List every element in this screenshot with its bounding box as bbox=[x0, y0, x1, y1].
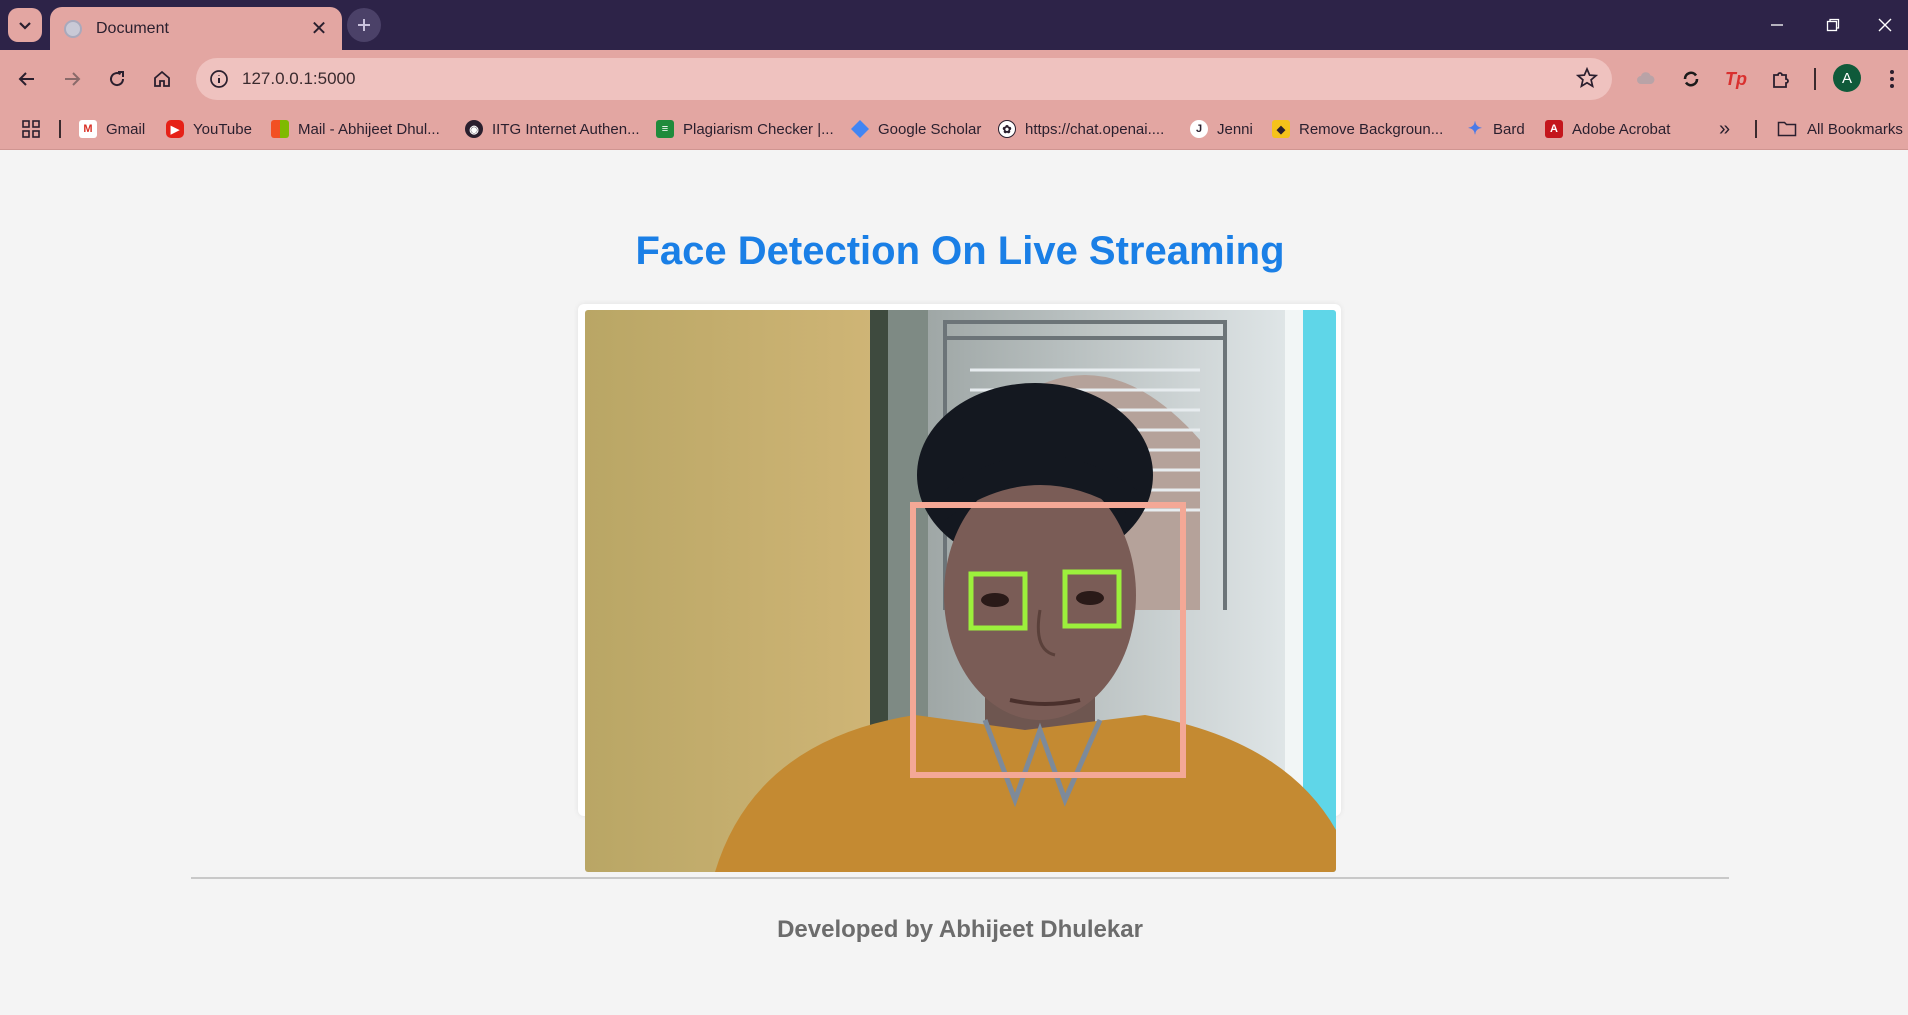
extension-tp-button[interactable]: Tp bbox=[1720, 63, 1752, 95]
page-title: Face Detection On Live Streaming bbox=[635, 229, 1285, 273]
tp-icon: Tp bbox=[1725, 68, 1747, 89]
cloud-icon bbox=[1637, 72, 1655, 84]
gmail-icon: M bbox=[79, 120, 97, 138]
bookmarks-overflow-button[interactable]: » bbox=[1719, 108, 1730, 150]
all-bookmarks-label: All Bookmarks bbox=[1807, 120, 1903, 138]
bookmark-openai[interactable]: ✿ https://chat.openai.... bbox=[998, 108, 1164, 150]
bookmark-label: Gmail bbox=[106, 120, 146, 138]
forward-button[interactable] bbox=[54, 61, 90, 97]
restore-button[interactable] bbox=[1810, 0, 1856, 50]
close-icon bbox=[1878, 18, 1892, 32]
minimize-button[interactable] bbox=[1754, 0, 1800, 50]
url-text[interactable]: 127.0.0.1:5000 bbox=[242, 69, 355, 89]
chevron-down-icon bbox=[19, 22, 31, 30]
bookmark-label: Bard bbox=[1493, 120, 1525, 138]
plus-icon bbox=[358, 19, 370, 31]
restore-icon bbox=[1826, 18, 1840, 32]
globe-icon: ◉ bbox=[465, 120, 483, 138]
bookmark-star-button[interactable] bbox=[1575, 66, 1599, 94]
minimize-icon bbox=[1771, 24, 1783, 26]
globe-icon bbox=[64, 19, 82, 38]
bookmark-bard[interactable]: ✦ Bard bbox=[1466, 108, 1525, 150]
bookmark-remove-bg[interactable]: ◆ Remove Backgroun... bbox=[1272, 108, 1443, 150]
home-icon bbox=[154, 70, 170, 87]
bookmark-label: IITG Internet Authen... bbox=[492, 120, 640, 138]
star-icon bbox=[1575, 66, 1599, 88]
extension-cloud-button[interactable] bbox=[1630, 63, 1662, 95]
tab-search-button[interactable] bbox=[8, 8, 42, 42]
reload-button[interactable] bbox=[99, 61, 135, 97]
bookmarks-separator bbox=[1755, 120, 1757, 138]
bookmark-adobe-acrobat[interactable]: A Adobe Acrobat bbox=[1545, 108, 1670, 150]
extension-sync-button[interactable] bbox=[1675, 63, 1707, 95]
google-scholar-icon bbox=[851, 120, 869, 138]
remove-bg-icon: ◆ bbox=[1272, 120, 1290, 138]
arrow-left-icon bbox=[18, 72, 34, 86]
bookmark-label: https://chat.openai.... bbox=[1025, 120, 1165, 138]
back-button[interactable] bbox=[9, 61, 45, 97]
browser-titlebar: Document ✕ bbox=[0, 0, 1908, 50]
page-content: Face Detection On Live Streaming Develop… bbox=[0, 151, 1908, 1015]
bookmark-iitg[interactable]: ◉ IITG Internet Authen... bbox=[465, 108, 640, 150]
bookmark-label: Adobe Acrobat bbox=[1572, 120, 1671, 138]
bookmark-label: Mail - Abhijeet Dhul... bbox=[298, 120, 440, 138]
bookmark-label: Remove Backgroun... bbox=[1299, 120, 1444, 138]
bookmarks-separator bbox=[59, 120, 61, 138]
extensions-button[interactable] bbox=[1765, 63, 1797, 95]
address-bar[interactable]: 127.0.0.1:5000 bbox=[196, 58, 1612, 100]
arrow-right-icon bbox=[65, 72, 81, 86]
plagiarism-checker-icon: ≡ bbox=[656, 120, 674, 138]
jenni-icon: J bbox=[1190, 120, 1208, 138]
bookmark-plagiarism[interactable]: ≡ Plagiarism Checker |... bbox=[656, 108, 834, 150]
bookmark-label: Google Scholar bbox=[878, 120, 982, 138]
adobe-acrobat-icon: A bbox=[1545, 120, 1563, 138]
apps-button[interactable] bbox=[21, 108, 41, 150]
bookmark-gmail[interactable]: M Gmail bbox=[79, 108, 145, 150]
bookmarks-bar: M Gmail ▶ YouTube Mail - Abhijeet Dhul..… bbox=[0, 108, 1908, 150]
footer-divider bbox=[191, 877, 1729, 879]
bookmark-label: Jenni bbox=[1217, 120, 1253, 138]
info-icon bbox=[210, 70, 228, 88]
bookmark-mail[interactable]: Mail - Abhijeet Dhul... bbox=[271, 108, 440, 150]
folder-icon bbox=[1777, 121, 1797, 137]
tab-title: Document bbox=[96, 19, 169, 37]
microsoft-icon bbox=[271, 120, 289, 138]
webcam-frame-image bbox=[585, 310, 1336, 872]
all-bookmarks-button[interactable]: All Bookmarks bbox=[1777, 108, 1903, 150]
apps-grid-icon bbox=[22, 120, 40, 138]
tab-document[interactable]: Document ✕ bbox=[50, 7, 342, 50]
browser-toolbar: 127.0.0.1:5000 Tp A bbox=[0, 50, 1908, 108]
bookmark-youtube[interactable]: ▶ YouTube bbox=[166, 108, 252, 150]
bookmark-label: Plagiarism Checker |... bbox=[683, 120, 834, 138]
bookmark-jenni[interactable]: J Jenni bbox=[1190, 108, 1253, 150]
close-window-button[interactable] bbox=[1862, 0, 1908, 50]
close-icon[interactable]: ✕ bbox=[308, 19, 330, 39]
toolbar-separator bbox=[1814, 68, 1816, 90]
youtube-icon: ▶ bbox=[166, 120, 184, 138]
bookmark-google-scholar[interactable]: Google Scholar bbox=[851, 108, 981, 150]
browser-menu-button[interactable] bbox=[1876, 63, 1908, 95]
live-video-stream bbox=[585, 310, 1336, 872]
home-button[interactable] bbox=[144, 61, 180, 97]
footer-credit: Developed by Abhijeet Dhulekar bbox=[777, 916, 1143, 943]
site-info-button[interactable] bbox=[204, 64, 234, 94]
profile-avatar[interactable]: A bbox=[1833, 64, 1861, 92]
sync-icon bbox=[1683, 71, 1699, 87]
bard-icon: ✦ bbox=[1467, 119, 1483, 138]
more-vertical-icon bbox=[1890, 70, 1894, 88]
bookmark-label: YouTube bbox=[193, 120, 252, 138]
new-tab-button[interactable] bbox=[347, 8, 381, 42]
openai-icon: ✿ bbox=[998, 120, 1016, 138]
puzzle-icon bbox=[1773, 72, 1789, 88]
reload-icon bbox=[110, 71, 125, 87]
